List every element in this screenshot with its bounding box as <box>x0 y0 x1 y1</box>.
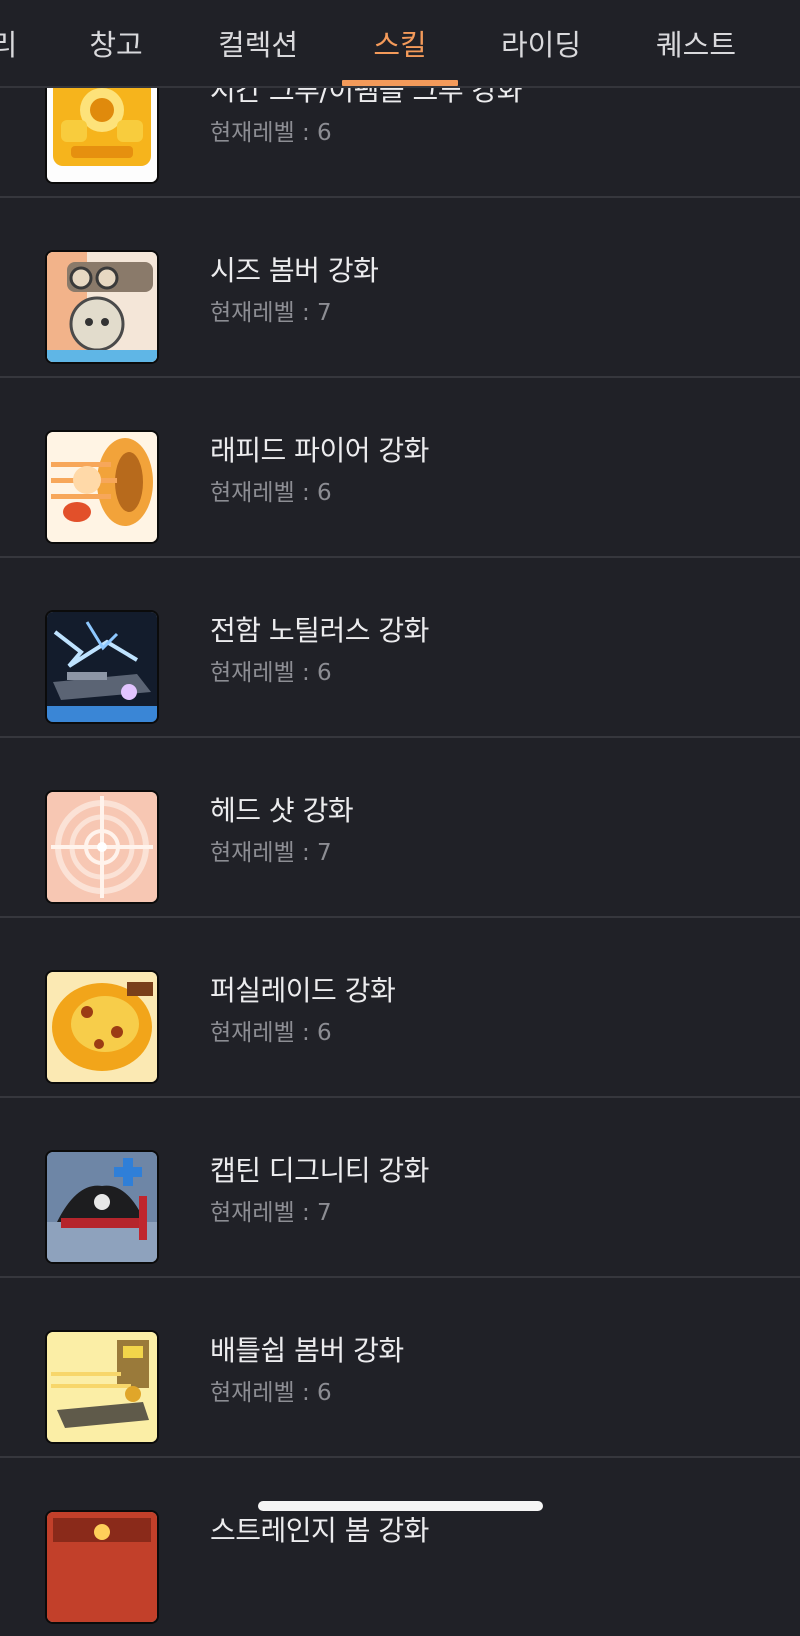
skill-level: 현재레벨 : 6 <box>210 120 332 146</box>
tab-quest[interactable]: 퀘스트 <box>656 0 736 86</box>
skill-row[interactable]: 퍼실레이드 강화 현재레벨 : 6 <box>0 918 800 1098</box>
skill-name: 캡틴 디그니티 강화 <box>210 1154 429 1187</box>
skill-level: 현재레벨 : 6 <box>210 1020 332 1046</box>
rapid-fire-icon <box>45 430 159 544</box>
tab-collection[interactable]: 컬렉션 <box>218 0 298 86</box>
battleship-bomber-icon <box>45 1330 159 1444</box>
skill-row[interactable]: 시즈 봄버 강화 현재레벨 : 7 <box>0 198 800 378</box>
tab-storage[interactable]: 창고 <box>89 0 142 86</box>
skill-name: 전함 노틸러스 강화 <box>210 614 429 647</box>
skill-level: 현재레벨 : 7 <box>210 300 332 326</box>
skill-name: 시즈 봄버 강화 <box>210 254 379 287</box>
skill-level: 현재레벨 : 6 <box>210 480 332 506</box>
skill-row[interactable]: 래피드 파이어 강화 현재레벨 : 6 <box>0 378 800 558</box>
strange-bomb-icon <box>45 1510 159 1624</box>
skill-name: 퍼실레이드 강화 <box>210 974 396 1007</box>
tab-skill[interactable]: 스킬 <box>373 0 426 86</box>
skill-row[interactable]: 배틀쉽 봄버 강화 현재레벨 : 6 <box>0 1278 800 1458</box>
skill-row[interactable]: 캡틴 디그니티 강화 현재레벨 : 7 <box>0 1098 800 1278</box>
home-indicator[interactable] <box>258 1501 543 1511</box>
skill-row[interactable]: 헤드 샷 강화 현재레벨 : 7 <box>0 738 800 918</box>
skill-level: 현재레벨 : 6 <box>210 660 332 686</box>
active-tab-indicator <box>342 80 458 86</box>
skill-name: 래피드 파이어 강화 <box>210 434 429 467</box>
skill-level: 현재레벨 : 7 <box>210 840 332 866</box>
skill-level: 현재레벨 : 7 <box>210 1200 332 1226</box>
skill-name: 헤드 샷 강화 <box>210 794 354 827</box>
skill-name: 배틀쉽 봄버 강화 <box>210 1334 404 1367</box>
tab-bar: 리 창고 컬렉션 스킬 라이딩 퀘스트 <box>0 0 800 88</box>
tab-prev[interactable]: 리 <box>0 0 17 86</box>
skill-name: 스트레인지 봄 강화 <box>210 1514 429 1547</box>
skill-level: 현재레벨 : 6 <box>210 1380 332 1406</box>
headshot-crosshair-icon <box>45 790 159 904</box>
captain-hat-icon <box>45 1150 159 1264</box>
skill-list: 시간 그루/이펨블 그루 강화 현재레벨 : 6 시즈 봄버 강화 현재레벨 :… <box>0 18 800 1636</box>
tab-riding[interactable]: 라이딩 <box>501 0 581 86</box>
skill-row[interactable]: 스트레인지 봄 강화 <box>0 1458 800 1636</box>
battleship-nautilus-icon <box>45 610 159 724</box>
skill-row[interactable]: 전함 노틸러스 강화 현재레벨 : 6 <box>0 558 800 738</box>
siege-bomber-icon <box>45 250 159 364</box>
fusillade-icon <box>45 970 159 1084</box>
